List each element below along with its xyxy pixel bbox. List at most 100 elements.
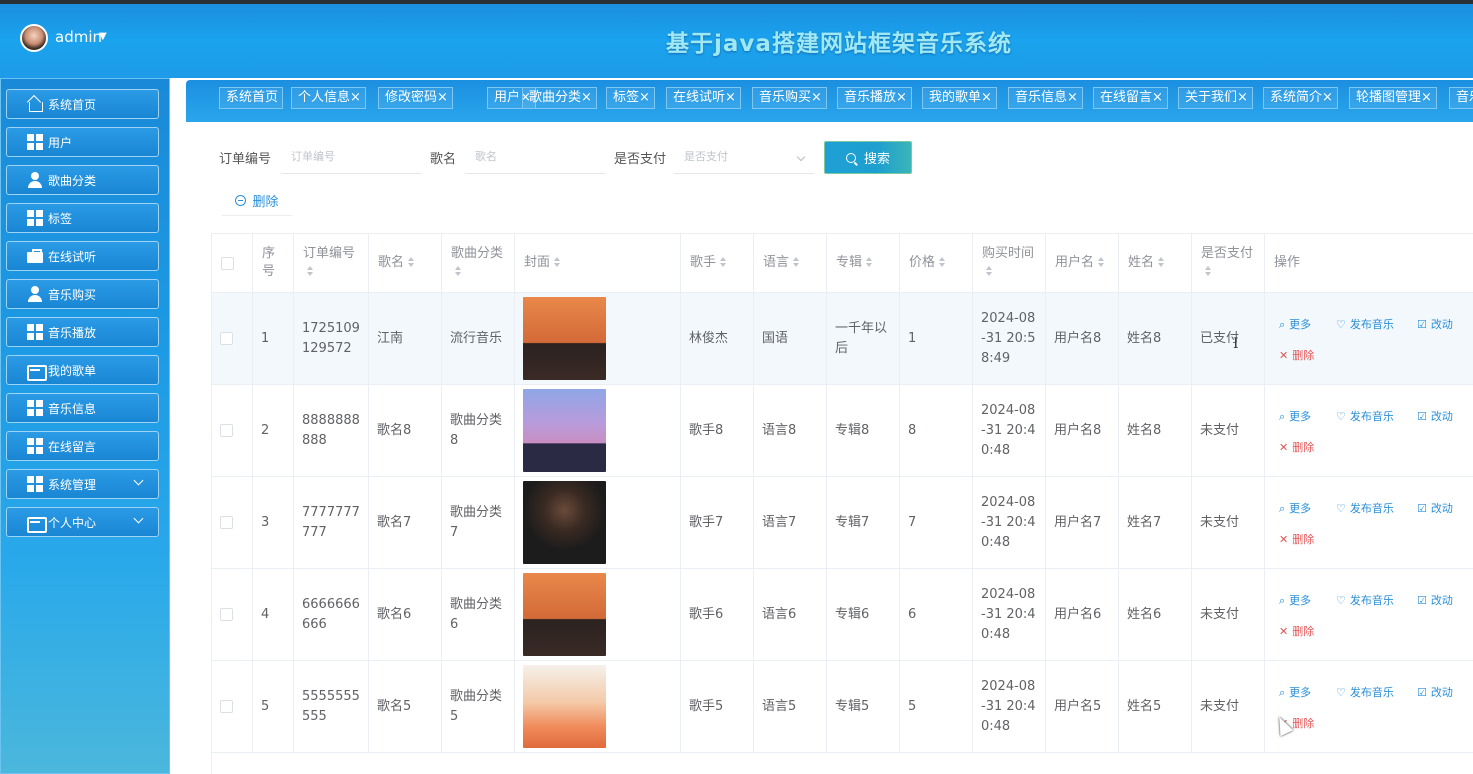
delete-button[interactable]: ✕ 删除 bbox=[1279, 530, 1314, 550]
sidebar-item-6[interactable]: 音乐播放 bbox=[6, 317, 159, 347]
tab-0[interactable]: 系统首页 bbox=[219, 87, 284, 109]
user-icon bbox=[27, 286, 43, 302]
header-cell-name[interactable]: 姓名 bbox=[1119, 234, 1192, 292]
row-checkbox[interactable] bbox=[220, 332, 233, 345]
sort-caret-icon[interactable] bbox=[1205, 266, 1212, 277]
cell-text-singer: 歌手5 bbox=[689, 698, 724, 714]
heart-icon: ♡ bbox=[1336, 686, 1346, 699]
tab-6[interactable]: 在线试听× bbox=[666, 87, 741, 109]
publish-music-button[interactable]: ♡ 发布音乐 bbox=[1336, 407, 1394, 427]
tab-1[interactable]: 个人信息× bbox=[291, 87, 366, 109]
header-cell-username[interactable]: 用户名 bbox=[1046, 234, 1119, 292]
sidebar-item-label: 标签 bbox=[48, 211, 73, 226]
sort-caret-icon[interactable] bbox=[1158, 257, 1165, 268]
publish-music-button[interactable]: ♡ 发布音乐 bbox=[1336, 315, 1394, 335]
edit-button[interactable]: ☑ 改动 bbox=[1417, 591, 1453, 611]
cell-text-category: 歌曲分类6 bbox=[450, 596, 503, 632]
sidebar-item-2[interactable]: 歌曲分类 bbox=[6, 165, 159, 195]
edit-button[interactable]: ☑ 改动 bbox=[1417, 683, 1453, 703]
tab-7[interactable]: 音乐购买× bbox=[752, 87, 827, 109]
edit-button[interactable]: ☑ 改动 bbox=[1417, 499, 1453, 519]
order-number-input[interactable]: 订单编号 bbox=[281, 142, 421, 174]
header-label: 订单编号 bbox=[303, 246, 356, 261]
row-checkbox[interactable] bbox=[220, 700, 233, 713]
sidebar-item-8[interactable]: 音乐信息 bbox=[6, 393, 159, 423]
cell-text-song: 歌名5 bbox=[377, 698, 412, 714]
table-row: 3 7777777777 歌名7 歌曲分类7 歌手7 语言7 专辑7 7 2024-08-31 … bbox=[212, 477, 1473, 569]
header-cell-check[interactable] bbox=[212, 234, 253, 292]
select-all-checkbox[interactable] bbox=[221, 256, 234, 270]
sidebar-item-0[interactable]: 系统首页 bbox=[6, 89, 159, 119]
chevron-down-icon[interactable] bbox=[133, 475, 144, 486]
delete-button[interactable]: ✕ 删除 bbox=[1279, 438, 1314, 458]
tab-10[interactable]: 音乐信息× bbox=[1008, 87, 1083, 109]
top-header: admin ▼ 基于java搭建网站框架音乐系统 bbox=[0, 0, 1473, 78]
sidebar-item-9[interactable]: 在线留言 bbox=[6, 431, 159, 461]
publish-music-button[interactable]: ♡ 发布音乐 bbox=[1336, 683, 1394, 703]
cell-text-index: 5 bbox=[261, 698, 270, 714]
header-cell-paid[interactable]: 是否支付 bbox=[1192, 234, 1265, 292]
tab-12[interactable]: 关于我们× bbox=[1178, 87, 1253, 109]
song-name-input[interactable]: 歌名 bbox=[465, 142, 605, 174]
header-label-wrap: 购买时间 bbox=[982, 245, 1036, 281]
delete-button[interactable]: ✕ 删除 bbox=[1279, 346, 1314, 366]
header-cell-order[interactable]: 订单编号 bbox=[294, 234, 369, 292]
sort-caret-icon[interactable] bbox=[455, 266, 462, 277]
edit-button[interactable]: ☑ 改动 bbox=[1417, 407, 1453, 427]
more-button[interactable]: ⌕ 更多 bbox=[1279, 499, 1311, 519]
tab-15[interactable]: 音乐 bbox=[1449, 87, 1473, 109]
row-checkbox[interactable] bbox=[220, 516, 233, 529]
sort-caret-icon[interactable] bbox=[866, 257, 873, 268]
sort-caret-icon[interactable] bbox=[720, 257, 727, 268]
row-checkbox[interactable] bbox=[220, 608, 233, 621]
sort-caret-icon[interactable] bbox=[793, 257, 800, 268]
more-button[interactable]: ⌕ 更多 bbox=[1279, 683, 1311, 703]
header-cell-time[interactable]: 购买时间 bbox=[973, 234, 1046, 292]
header-cell-price[interactable]: 价格 bbox=[900, 234, 973, 292]
chevron-down-icon[interactable] bbox=[133, 513, 144, 524]
sort-caret-icon[interactable] bbox=[554, 257, 561, 268]
cell-text-username: 用户名8 bbox=[1054, 330, 1102, 346]
more-button[interactable]: ⌕ 更多 bbox=[1279, 407, 1311, 427]
tab-8[interactable]: 音乐播放× bbox=[837, 87, 912, 109]
header-cell-singer[interactable]: 歌手 bbox=[681, 234, 754, 292]
heart-icon: ♡ bbox=[1336, 594, 1346, 607]
sidebar-item-11[interactable]: 个人中心 bbox=[6, 507, 159, 537]
header-cell-language[interactable]: 语言 bbox=[754, 234, 827, 292]
sort-caret-icon[interactable] bbox=[408, 257, 415, 268]
publish-music-button[interactable]: ♡ 发布音乐 bbox=[1336, 591, 1394, 611]
heart-icon: ♡ bbox=[1336, 410, 1346, 423]
tab-14[interactable]: 轮播图管理× bbox=[1349, 87, 1437, 109]
sort-caret-icon[interactable] bbox=[939, 257, 946, 268]
sidebar-item-7[interactable]: 我的歌单 bbox=[6, 355, 159, 385]
sort-caret-icon[interactable] bbox=[307, 266, 314, 277]
tab-9[interactable]: 我的歌单× bbox=[922, 87, 997, 109]
tab-13[interactable]: 系统简介× bbox=[1263, 87, 1338, 109]
header-cell-cover[interactable]: 封面 bbox=[515, 234, 681, 292]
paid-select[interactable]: 是否支付 bbox=[674, 142, 814, 174]
header-cell-category[interactable]: 歌曲分类 bbox=[442, 234, 515, 292]
tab-4[interactable]: 歌曲分类× bbox=[522, 87, 597, 109]
sidebar-item-4[interactable]: 在线试听 bbox=[6, 241, 159, 271]
more-button[interactable]: ⌕ 更多 bbox=[1279, 315, 1311, 335]
sidebar-item-1[interactable]: 用户 bbox=[6, 127, 159, 157]
sort-caret-icon[interactable] bbox=[986, 266, 993, 277]
sidebar-item-10[interactable]: 系统管理 bbox=[6, 469, 159, 499]
sort-caret-icon[interactable] bbox=[1098, 257, 1105, 268]
delete-button[interactable]: ✕ 删除 bbox=[1279, 622, 1314, 642]
tab-11[interactable]: 在线留言× bbox=[1093, 87, 1168, 109]
edit-button[interactable]: ☑ 改动 bbox=[1417, 315, 1453, 335]
more-button[interactable]: ⌕ 更多 bbox=[1279, 591, 1311, 611]
sidebar-item-5[interactable]: 音乐购买 bbox=[6, 279, 159, 309]
cell-name: 姓名7 bbox=[1119, 477, 1192, 568]
batch-delete-button[interactable]: 删除 bbox=[222, 186, 292, 216]
sidebar-item-3[interactable]: 标签 bbox=[6, 203, 159, 233]
search-button[interactable]: 搜索 bbox=[824, 141, 912, 174]
row-checkbox[interactable] bbox=[220, 424, 233, 437]
tab-2[interactable]: 修改密码× bbox=[378, 87, 453, 109]
header-cell-album[interactable]: 专辑 bbox=[827, 234, 900, 292]
tab-5[interactable]: 标签× bbox=[606, 87, 655, 109]
minus-circle-icon bbox=[235, 195, 247, 206]
publish-music-button[interactable]: ♡ 发布音乐 bbox=[1336, 499, 1394, 519]
header-cell-song[interactable]: 歌名 bbox=[369, 234, 442, 292]
